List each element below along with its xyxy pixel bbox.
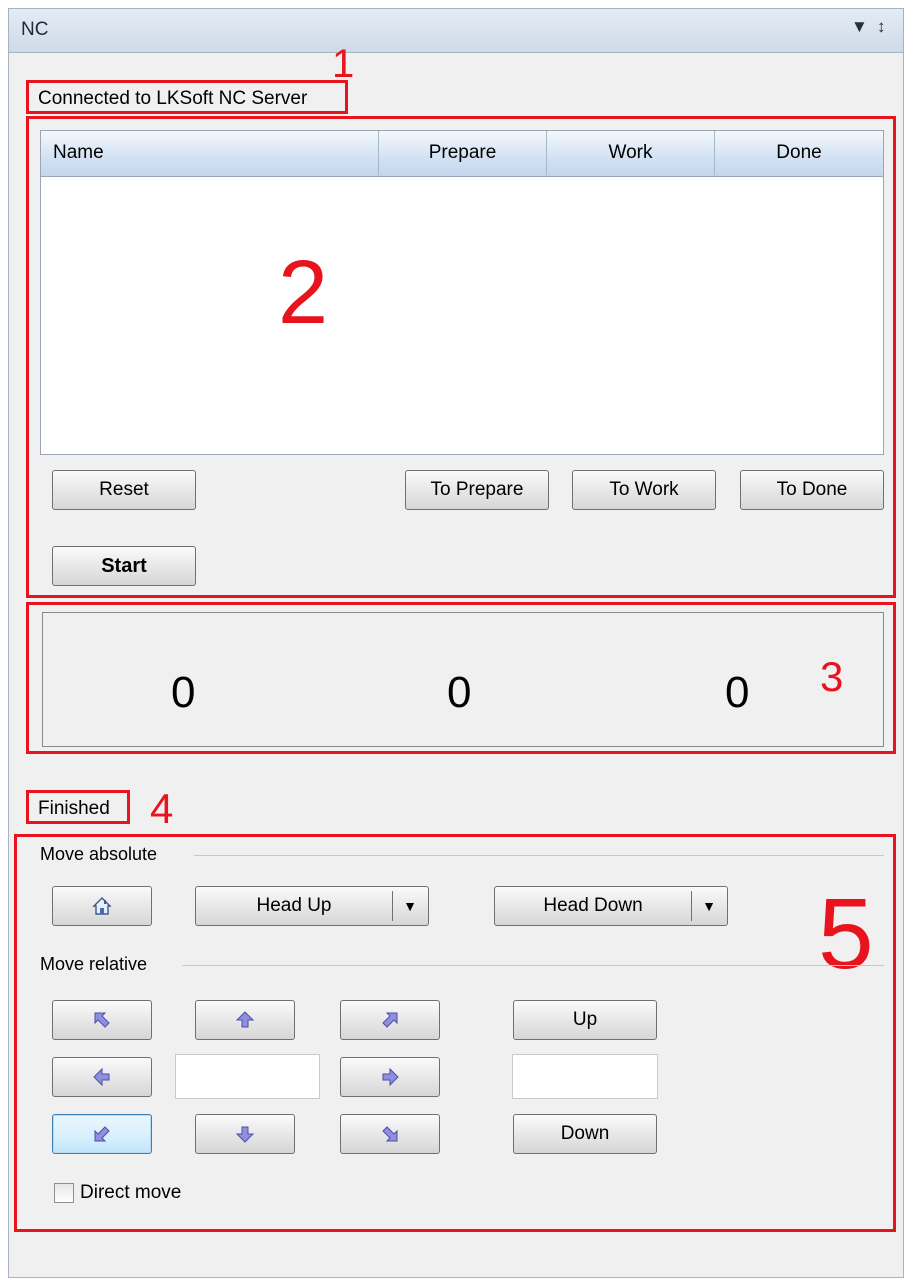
move-up-right-button[interactable] — [340, 1000, 440, 1040]
head-up-label: Head Up — [256, 895, 332, 916]
job-table[interactable]: Name Prepare Work Done — [40, 130, 884, 455]
step-distance-input[interactable] — [175, 1054, 320, 1099]
panel-title: NC — [21, 19, 49, 40]
annotation-4: 4 — [150, 785, 174, 832]
home-button[interactable] — [52, 886, 152, 926]
head-down-label: Head Down — [543, 895, 643, 916]
arrow-down-icon — [235, 1124, 255, 1144]
direct-move-label[interactable]: Direct move — [80, 1182, 181, 1204]
arrow-right-icon — [380, 1067, 400, 1087]
done-counter: 0 — [725, 668, 750, 717]
move-up-left-button[interactable] — [52, 1000, 152, 1040]
arrow-up-left-icon — [92, 1010, 112, 1030]
pin-icon[interactable]: ↕ — [877, 17, 886, 37]
z-down-button[interactable]: Down — [513, 1114, 657, 1154]
arrow-up-right-icon — [380, 1010, 400, 1030]
head-up-separator — [392, 891, 393, 921]
to-prepare-button[interactable]: To Prepare — [405, 470, 549, 510]
dropdown-arrow-icon[interactable]: ▼ — [851, 17, 868, 37]
annotation-5: 5 — [818, 878, 874, 990]
direct-move-checkbox[interactable] — [54, 1183, 74, 1203]
move-left-button[interactable] — [52, 1057, 152, 1097]
arrow-up-icon — [235, 1010, 255, 1030]
job-table-header: Name Prepare Work Done — [41, 131, 883, 177]
column-work[interactable]: Work — [547, 131, 715, 175]
move-down-button[interactable] — [195, 1114, 295, 1154]
head-up-dropdown-icon[interactable]: ▼ — [395, 887, 425, 925]
prepare-counter: 0 — [171, 668, 196, 717]
to-done-button[interactable]: To Done — [740, 470, 884, 510]
annotation-2: 2 — [278, 243, 329, 343]
start-button[interactable]: Start — [52, 546, 196, 586]
annotation-3: 3 — [820, 653, 844, 700]
head-down-split-button[interactable]: Head Down ▼ — [494, 886, 728, 926]
arrow-left-icon — [92, 1067, 112, 1087]
z-distance-input[interactable] — [512, 1054, 658, 1099]
head-down-dropdown-icon[interactable]: ▼ — [694, 887, 724, 925]
arrow-down-right-icon — [380, 1124, 400, 1144]
counter-panel: 0 0 0 — [42, 612, 884, 747]
arrow-down-left-icon — [92, 1124, 112, 1144]
head-up-split-button[interactable]: Head Up ▼ — [195, 886, 429, 926]
work-counter: 0 — [447, 668, 472, 717]
connection-status: Connected to LKSoft NC Server — [38, 88, 308, 109]
move-relative-label: Move relative — [40, 954, 148, 974]
head-down-separator — [691, 891, 692, 921]
column-prepare[interactable]: Prepare — [379, 131, 547, 175]
home-icon — [92, 896, 112, 916]
column-name[interactable]: Name — [41, 131, 379, 175]
move-absolute-label: Move absolute — [40, 844, 158, 864]
z-up-button[interactable]: Up — [513, 1000, 657, 1040]
reset-button[interactable]: Reset — [52, 470, 196, 510]
move-up-button[interactable] — [195, 1000, 295, 1040]
move-down-left-button[interactable] — [52, 1114, 152, 1154]
run-status: Finished — [38, 798, 110, 819]
panel-titlebar: NC ▼ ↕ — [9, 9, 903, 53]
move-right-button[interactable] — [340, 1057, 440, 1097]
to-work-button[interactable]: To Work — [572, 470, 716, 510]
move-absolute-divider — [194, 855, 884, 856]
move-relative-divider — [182, 965, 884, 966]
annotation-1: 1 — [332, 42, 355, 86]
move-down-right-button[interactable] — [340, 1114, 440, 1154]
column-done[interactable]: Done — [715, 131, 883, 175]
